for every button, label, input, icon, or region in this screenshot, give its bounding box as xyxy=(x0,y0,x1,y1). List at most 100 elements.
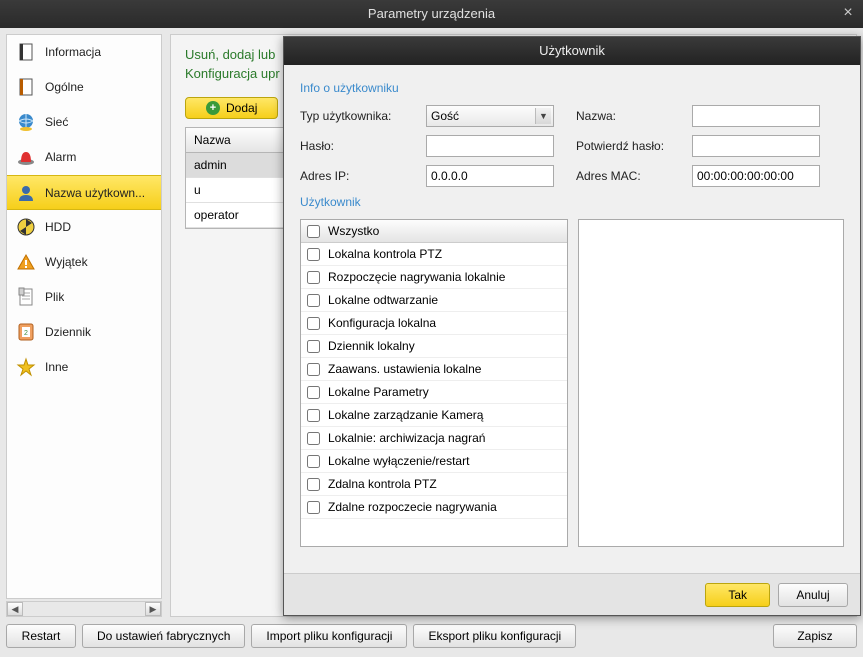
mac-input[interactable] xyxy=(692,165,820,187)
user-icon xyxy=(15,182,37,204)
general-icon xyxy=(15,76,37,98)
permission-item[interactable]: Lokalne wyłączenie/restart xyxy=(301,450,567,473)
import-button[interactable]: Import pliku konfiguracji xyxy=(251,624,407,648)
window-title: Parametry urządzenia xyxy=(368,6,495,21)
permission-item[interactable]: Lokalne odtwarzanie xyxy=(301,289,567,312)
scroll-track[interactable] xyxy=(23,602,145,616)
permission-item[interactable]: Dziennik lokalny xyxy=(301,335,567,358)
permissions-detail xyxy=(578,219,844,547)
permission-label: Lokalna kontrola PTZ xyxy=(328,247,442,261)
user-modal: Użytkownik Info o użytkowniku Typ użytko… xyxy=(283,36,861,616)
permission-checkbox[interactable] xyxy=(307,271,320,284)
sidebar-item-file[interactable]: Plik xyxy=(7,280,161,315)
ok-button[interactable]: Tak xyxy=(705,583,770,607)
permission-checkbox[interactable] xyxy=(307,386,320,399)
sidebar-item-log[interactable]: 2 Dziennik xyxy=(7,315,161,350)
permission-checkbox[interactable] xyxy=(307,409,320,422)
permission-item[interactable]: Lokalne zarządzanie Kamerą xyxy=(301,404,567,427)
section-info-label: Info o użytkowniku xyxy=(300,81,844,95)
cancel-button[interactable]: Anuluj xyxy=(778,583,848,607)
confirm-label: Potwierdź hasło: xyxy=(576,139,684,153)
sidebar-item-label: HDD xyxy=(45,220,71,234)
warning-icon xyxy=(15,251,37,273)
sidebar-item-label: Sieć xyxy=(45,115,68,129)
permission-checkbox[interactable] xyxy=(307,455,320,468)
svg-text:2: 2 xyxy=(24,330,28,337)
permission-item[interactable]: Lokalne Parametry xyxy=(301,381,567,404)
save-button[interactable]: Zapisz xyxy=(773,624,857,648)
user-type-value: Gość xyxy=(431,109,459,123)
permission-item[interactable]: Lokalnie: archiwizacja nagrań xyxy=(301,427,567,450)
permission-checkbox[interactable] xyxy=(307,248,320,261)
permission-checkbox[interactable] xyxy=(307,294,320,307)
sidebar-item-exception[interactable]: Wyjątek xyxy=(7,245,161,280)
sidebar-scrollbar[interactable]: ◀ ▶ xyxy=(6,601,162,617)
permission-label: Dziennik lokalny xyxy=(328,339,415,353)
permission-label: Zdalne rozpoczecie nagrywania xyxy=(328,500,497,514)
form-row: Typ użytkownika: Gość ▼ Nazwa: xyxy=(300,105,844,127)
permission-item[interactable]: Zdalne rozpoczecie nagrywania xyxy=(301,496,567,519)
close-icon[interactable]: × xyxy=(839,4,857,22)
sidebar-item-label: Alarm xyxy=(45,150,76,164)
permission-checkbox[interactable] xyxy=(307,340,320,353)
alarm-icon xyxy=(15,146,37,168)
add-button-label: Dodaj xyxy=(226,101,257,115)
permissions-area: Wszystko Lokalna kontrola PTZ Rozpoczęci… xyxy=(300,219,844,547)
export-button[interactable]: Eksport pliku konfiguracji xyxy=(413,624,576,648)
permission-item[interactable]: Wszystko xyxy=(301,220,567,243)
name-input[interactable] xyxy=(692,105,820,127)
star-icon xyxy=(15,356,37,378)
permission-item[interactable]: Rozpoczęcie nagrywania lokalnie xyxy=(301,266,567,289)
scroll-left-icon[interactable]: ◀ xyxy=(7,602,23,616)
factory-button[interactable]: Do ustawień fabrycznych xyxy=(82,624,245,648)
permission-label: Lokalne wyłączenie/restart xyxy=(328,454,469,468)
sidebar-item-other[interactable]: Inne xyxy=(7,350,161,385)
password-label: Hasło: xyxy=(300,139,418,153)
permission-label: Lokalne Parametry xyxy=(328,385,429,399)
hdd-icon xyxy=(15,216,37,238)
bottom-bar: Restart Do ustawień fabrycznych Import p… xyxy=(6,621,857,651)
sidebar-item-network[interactable]: Sieć xyxy=(7,105,161,140)
sidebar-item-information[interactable]: Informacja xyxy=(7,35,161,70)
permission-item[interactable]: Konfiguracja lokalna xyxy=(301,312,567,335)
form-row: Hasło: Potwierdź hasło: xyxy=(300,135,844,157)
permission-checkbox[interactable] xyxy=(307,478,320,491)
restart-button[interactable]: Restart xyxy=(6,624,76,648)
permission-item[interactable]: Zdalna kontrola PTZ xyxy=(301,473,567,496)
chevron-down-icon: ▼ xyxy=(535,108,551,124)
section-user-label: Użytkownik xyxy=(300,195,844,209)
sidebar-item-general[interactable]: Ogólne xyxy=(7,70,161,105)
permission-label: Lokalne odtwarzanie xyxy=(328,293,438,307)
user-type-select[interactable]: Gość ▼ xyxy=(426,105,554,127)
permission-checkbox[interactable] xyxy=(307,501,320,514)
permission-label: Zdalna kontrola PTZ xyxy=(328,477,437,491)
permission-checkbox[interactable] xyxy=(307,317,320,330)
sidebar-item-username[interactable]: Nazwa użytkown... xyxy=(7,175,161,210)
sidebar-item-hdd[interactable]: HDD xyxy=(7,210,161,245)
plus-icon: + xyxy=(206,101,220,115)
info-icon xyxy=(15,41,37,63)
sidebar-item-label: Plik xyxy=(45,290,64,304)
log-icon: 2 xyxy=(15,321,37,343)
permission-label: Lokalnie: archiwizacja nagrań xyxy=(328,431,485,445)
sidebar-item-label: Informacja xyxy=(45,45,101,59)
permission-label: Konfiguracja lokalna xyxy=(328,316,436,330)
sidebar-item-label: Nazwa użytkown... xyxy=(45,186,145,200)
permission-checkbox[interactable] xyxy=(307,363,320,376)
add-button[interactable]: + Dodaj xyxy=(185,97,278,119)
password-input[interactable] xyxy=(426,135,554,157)
scroll-right-icon[interactable]: ▶ xyxy=(145,602,161,616)
confirm-input[interactable] xyxy=(692,135,820,157)
title-bar: Parametry urządzenia × xyxy=(0,0,863,28)
modal-footer: Tak Anuluj xyxy=(284,573,860,615)
permission-item[interactable]: Zaawans. ustawienia lokalne xyxy=(301,358,567,381)
sidebar-item-alarm[interactable]: Alarm xyxy=(7,140,161,175)
sidebar-item-label: Inne xyxy=(45,360,68,374)
permission-item[interactable]: Lokalna kontrola PTZ xyxy=(301,243,567,266)
permissions-list[interactable]: Wszystko Lokalna kontrola PTZ Rozpoczęci… xyxy=(300,219,568,547)
permission-checkbox[interactable] xyxy=(307,225,320,238)
mac-label: Adres MAC: xyxy=(576,169,684,183)
permission-checkbox[interactable] xyxy=(307,432,320,445)
ip-input[interactable] xyxy=(426,165,554,187)
name-label: Nazwa: xyxy=(576,109,684,123)
